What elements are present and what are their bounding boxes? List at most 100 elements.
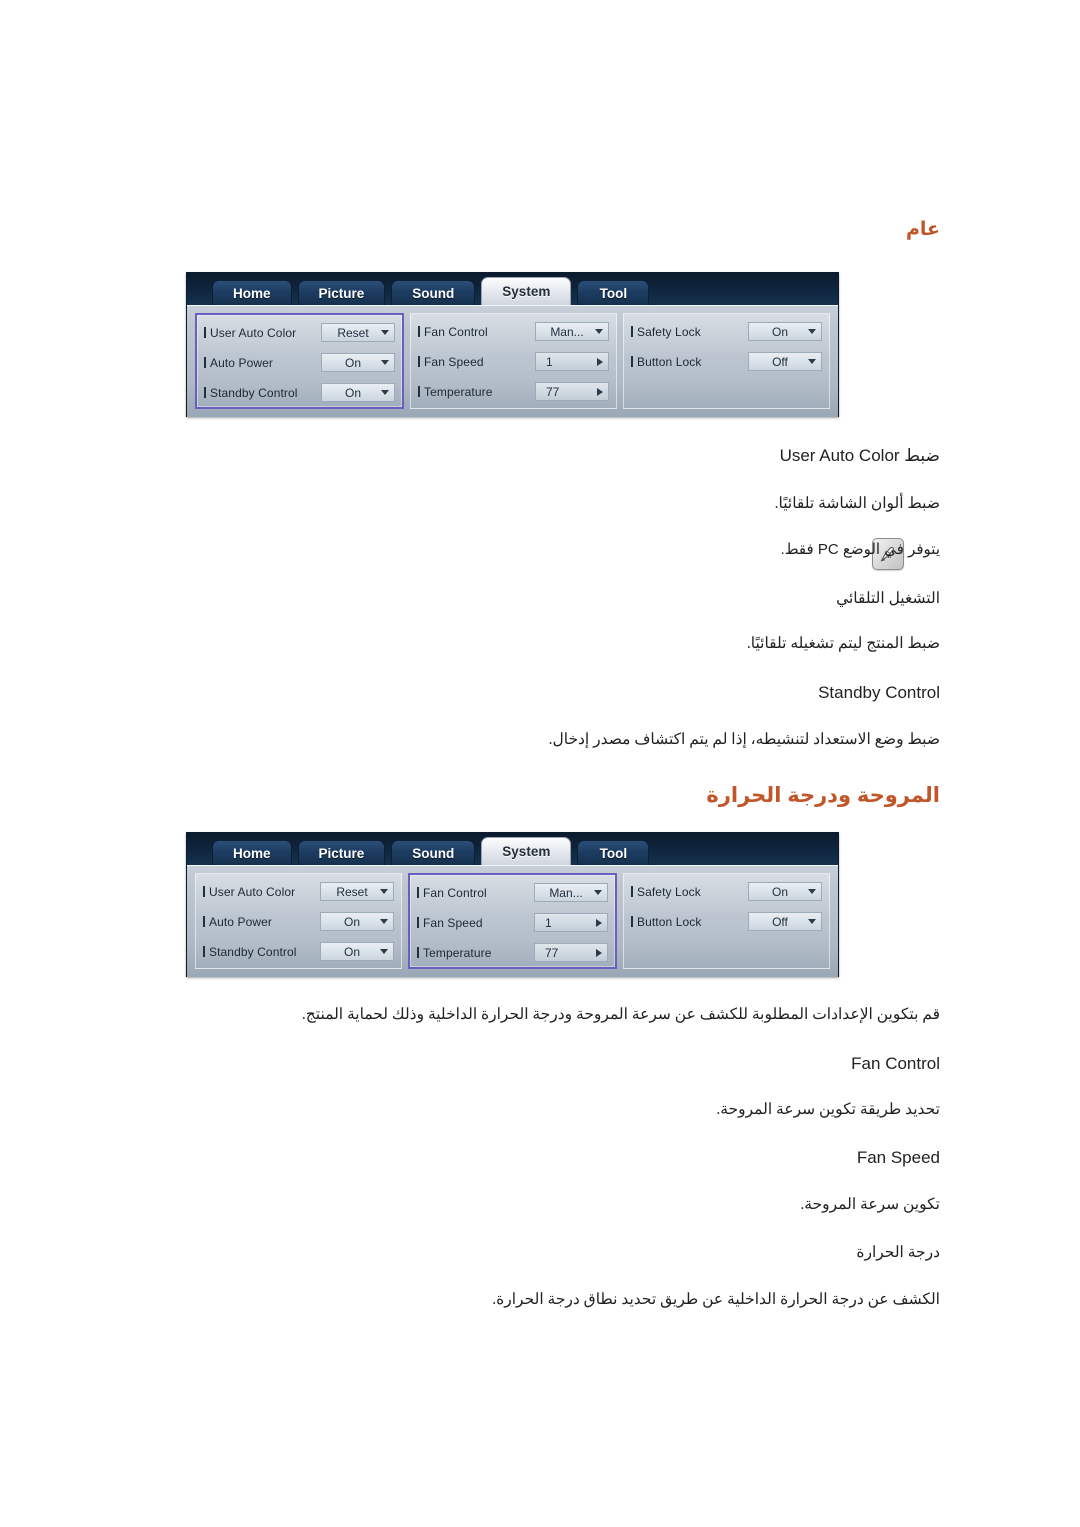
osd-label-safety-lock: Safety Lock: [631, 325, 748, 339]
label-marker-icon: [631, 916, 633, 927]
label-marker-icon: [418, 386, 420, 397]
osd-value-text: On: [343, 944, 360, 959]
osd-value-button-lock[interactable]: Off: [748, 912, 822, 931]
osd-panel-lock: Safety Lock On Button Lock Off: [623, 313, 830, 409]
osd-label-button-lock: Button Lock: [631, 355, 748, 369]
osd-tab-picture[interactable]: Picture: [297, 840, 386, 865]
chevron-down-icon: [594, 890, 602, 895]
osd-label-user-auto-color: User Auto Color: [204, 326, 321, 340]
osd-label-text: Standby Control: [209, 944, 297, 959]
desc-auto-power: ضبط المنتج ليتم تشغيله تلقائيًا.: [746, 635, 940, 652]
osd-value-text: Man...: [549, 885, 583, 900]
osd-tab-tool[interactable]: Tool: [577, 840, 650, 865]
osd-row-user-auto-color[interactable]: User Auto Color Reset: [204, 320, 395, 345]
chevron-right-icon: [597, 387, 603, 396]
note-text-pc-only: يتوفر في الوضع PC فقط.: [780, 541, 940, 558]
osd-value-auto-power[interactable]: On: [321, 353, 395, 372]
label-marker-icon: [418, 356, 420, 367]
osd-label-fan-control: Fan Control: [418, 325, 535, 339]
osd-label-text: Standby Control: [210, 385, 298, 400]
osd-row-user-auto-color[interactable]: User Auto Color Reset: [203, 879, 394, 904]
label-marker-icon: [631, 886, 633, 897]
osd-label-text: Temperature: [424, 384, 493, 399]
osd-label-text: Fan Speed: [424, 354, 484, 369]
chevron-down-icon: [380, 889, 388, 894]
osd-value-user-auto-color[interactable]: Reset: [321, 323, 395, 342]
osd-row-safety-lock[interactable]: Safety Lock On: [631, 879, 822, 904]
osd-row-button-lock[interactable]: Button Lock Off: [631, 909, 822, 934]
osd-panel-general: User Auto Color Reset Auto Power On Stan…: [195, 873, 402, 969]
desc-fan-control: تحديد طريقة تكوين سرعة المروحة.: [716, 1101, 940, 1118]
osd-row-fan-speed[interactable]: Fan Speed 1: [418, 349, 609, 374]
osd-value-text: 1: [545, 915, 552, 930]
osd-row-fan-control[interactable]: Fan Control Man...: [417, 880, 608, 905]
osd-value-button-lock[interactable]: Off: [748, 352, 822, 371]
osd-tab-system[interactable]: System: [481, 277, 572, 305]
desc-user-auto-color: ضبط ألوان الشاشة تلقائيًا.: [774, 495, 940, 512]
osd-screenshot-fan: Home Picture Sound System Tool User Auto…: [186, 832, 839, 977]
osd-value-user-auto-color[interactable]: Reset: [320, 882, 394, 901]
osd-tab-sound[interactable]: Sound: [391, 840, 476, 865]
osd-row-standby-control[interactable]: Standby Control On: [204, 380, 395, 405]
osd-tab-tool[interactable]: Tool: [577, 280, 650, 305]
osd-label-text: Button Lock: [637, 354, 702, 369]
osd-tab-system[interactable]: System: [481, 837, 572, 865]
osd-value-fan-speed[interactable]: 1: [535, 352, 609, 371]
osd-row-temperature[interactable]: Temperature 77: [418, 379, 609, 404]
desc-standby-control: ضبط وضع الاستعداد لتنشيطه، إذا لم يتم اك…: [548, 731, 940, 748]
label-marker-icon: [631, 326, 633, 337]
label-marker-icon: [203, 886, 205, 897]
osd-tab-home[interactable]: Home: [212, 280, 292, 305]
osd-tab-sound[interactable]: Sound: [391, 280, 476, 305]
osd-label-fan-control: Fan Control: [417, 886, 534, 900]
desc-fan-speed: تكوين سرعة المروحة.: [800, 1196, 940, 1213]
osd-row-standby-control[interactable]: Standby Control On: [203, 939, 394, 964]
osd-label-user-auto-color: User Auto Color: [203, 885, 320, 899]
osd-value-text: 1: [546, 354, 553, 369]
osd-tab-picture[interactable]: Picture: [297, 280, 386, 305]
osd-label-standby-control: Standby Control: [203, 945, 320, 959]
osd-panel-fan: Fan Control Man... Fan Speed 1 Temperatu…: [408, 873, 617, 969]
osd-value-safety-lock[interactable]: On: [748, 882, 822, 901]
osd-value-standby-control[interactable]: On: [321, 383, 395, 402]
osd-row-temperature[interactable]: Temperature 77: [417, 940, 608, 965]
section-title-general: عام: [905, 219, 940, 240]
osd-value-temperature[interactable]: 77: [534, 943, 608, 962]
osd-label-text: Auto Power: [209, 914, 273, 929]
osd-value-standby-control[interactable]: On: [320, 942, 394, 961]
osd-value-fan-speed[interactable]: 1: [534, 913, 608, 932]
chevron-right-icon: [596, 948, 602, 957]
osd-value-fan-control[interactable]: Man...: [534, 883, 608, 902]
osd-row-button-lock[interactable]: Button Lock Off: [631, 349, 822, 374]
osd-label-text: Fan Control: [424, 324, 488, 339]
osd-label-text: User Auto Color: [210, 325, 297, 340]
osd-row-fan-control[interactable]: Fan Control Man...: [418, 319, 609, 344]
osd-row-safety-lock[interactable]: Safety Lock On: [631, 319, 822, 344]
manual-page: عام Home Picture Sound System Tool User …: [0, 0, 1080, 1527]
osd-tab-bar: Home Picture Sound System Tool: [187, 833, 838, 865]
osd-tab-bar: Home Picture Sound System Tool: [187, 273, 838, 305]
osd-value-auto-power[interactable]: On: [320, 912, 394, 931]
osd-value-text: Reset: [336, 884, 368, 899]
osd-body: User Auto Color Reset Auto Power On Stan…: [187, 865, 838, 977]
osd-value-fan-control[interactable]: Man...: [535, 322, 609, 341]
chevron-down-icon: [381, 330, 389, 335]
osd-value-text: On: [344, 385, 361, 400]
osd-value-text: 77: [545, 945, 559, 960]
label-marker-icon: [204, 387, 206, 398]
osd-row-auto-power[interactable]: Auto Power On: [204, 350, 395, 375]
heading-temperature: درجة الحرارة: [856, 1244, 940, 1261]
desc-fan-intro: قم بتكوين الإعدادات المطلوبة للكشف عن سر…: [301, 1006, 940, 1023]
chevron-down-icon: [808, 329, 816, 334]
osd-tab-home[interactable]: Home: [212, 840, 292, 865]
osd-label-text: Safety Lock: [637, 884, 701, 899]
osd-row-auto-power[interactable]: Auto Power On: [203, 909, 394, 934]
osd-value-text: On: [343, 914, 360, 929]
heading-standby-control: Standby Control: [818, 683, 940, 702]
osd-label-temperature: Temperature: [417, 946, 534, 960]
osd-value-safety-lock[interactable]: On: [748, 322, 822, 341]
osd-label-text: Safety Lock: [637, 324, 701, 339]
osd-panel-general: User Auto Color Reset Auto Power On Stan…: [195, 313, 404, 409]
osd-row-fan-speed[interactable]: Fan Speed 1: [417, 910, 608, 935]
osd-value-temperature[interactable]: 77: [535, 382, 609, 401]
